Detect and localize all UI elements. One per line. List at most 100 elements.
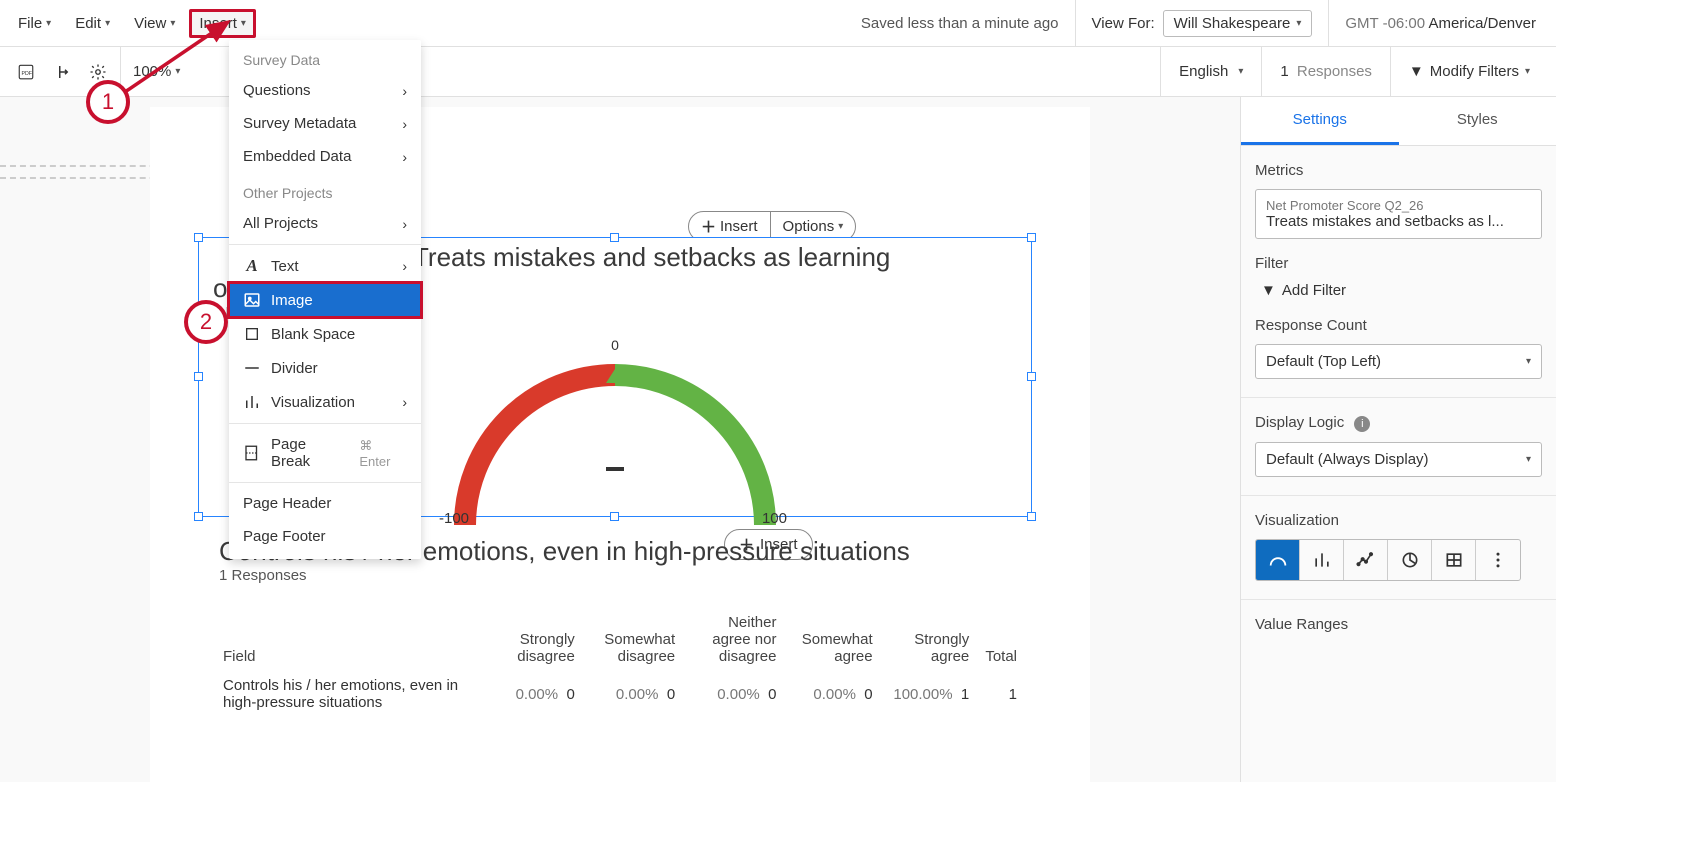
chevron-down-icon: ▾ [1238, 66, 1243, 77]
menu-item-image[interactable]: Image [229, 283, 421, 317]
response-count-select[interactable]: Default (Top Left) ▾ [1255, 344, 1542, 379]
export-button[interactable] [44, 54, 80, 90]
divider-icon [243, 359, 261, 377]
keyboard-shortcut: ⌘ Enter [359, 438, 407, 469]
menu-item-text[interactable]: A Text› [229, 249, 421, 283]
divider [1328, 0, 1329, 47]
blank-space-icon [243, 325, 261, 343]
gauge-zero-label: 0 [611, 337, 619, 353]
chevron-right-icon: › [402, 116, 407, 132]
chevron-down-icon: ▾ [838, 221, 843, 232]
chevron-right-icon: › [402, 394, 407, 410]
page-break-icon [243, 444, 261, 462]
table-block[interactable]: Controls his / her emotions, even in hig… [165, 532, 1075, 717]
menu-item-blank-space[interactable]: Blank Space [229, 317, 421, 351]
view-for-select[interactable]: Will Shakespeare ▾ [1163, 10, 1313, 37]
add-filter-button[interactable]: ▼ Add Filter [1255, 282, 1542, 299]
modify-filters-button[interactable]: ▼ Modify Filters ▾ [1390, 47, 1548, 97]
menu-item-page-break[interactable]: Page Break⌘ Enter [229, 428, 421, 478]
viz-more-icon[interactable] [1476, 540, 1520, 580]
visualization-label: Visualization [1255, 512, 1542, 529]
viz-gauge-icon[interactable] [1256, 540, 1300, 580]
menu-item-page-footer[interactable]: Page Footer [229, 520, 421, 553]
canvas-area[interactable]: Page Break ＋Insert Options▾ Treats mista… [0, 97, 1240, 782]
filter-icon: ▼ [1261, 282, 1276, 299]
chevron-right-icon: › [402, 83, 407, 99]
chevron-right-icon: › [402, 149, 407, 165]
panel-tabs: Settings Styles [1241, 97, 1556, 146]
resize-handle[interactable] [1027, 233, 1036, 242]
gauge-max-label: 100 [762, 510, 787, 527]
chevron-down-icon: ▾ [46, 18, 51, 29]
pdf-export-button[interactable]: PDF [8, 54, 44, 90]
table-row: Controls his / her emotions, even in hig… [215, 671, 1025, 717]
menu-item-questions[interactable]: Questions› [229, 74, 421, 107]
col-strongly-disagree: Strongly disagree [495, 608, 583, 671]
menu-item-page-header[interactable]: Page Header [229, 487, 421, 520]
value-ranges-label: Value Ranges [1255, 616, 1542, 633]
menu-item-survey-metadata[interactable]: Survey Metadata› [229, 107, 421, 140]
view-for-label: View For: [1092, 15, 1155, 32]
chevron-down-icon: ▾ [1526, 454, 1531, 465]
info-icon[interactable]: i [1354, 416, 1370, 432]
annotation-step-2: 2 [184, 300, 228, 344]
resize-handle[interactable] [1027, 372, 1036, 381]
block-responses: 1 Responses [165, 567, 1075, 590]
annotation-step-1: 1 [86, 80, 130, 124]
filter-icon: ▼ [1409, 63, 1424, 80]
menu-item-divider[interactable]: Divider [229, 351, 421, 385]
divider [229, 423, 421, 424]
metric-selector[interactable]: Net Promoter Score Q2_26 Treats mistakes… [1255, 189, 1542, 239]
visualization-icon [243, 393, 261, 411]
resize-handle[interactable] [194, 233, 203, 242]
menu-item-embedded-data[interactable]: Embedded Data› [229, 140, 421, 173]
metrics-label: Metrics [1255, 162, 1542, 179]
divider [229, 244, 421, 245]
col-strongly-agree: Strongly agree [881, 608, 978, 671]
col-total: Total [977, 608, 1025, 671]
display-logic-label: Display Logic i [1255, 414, 1542, 432]
viz-line-icon[interactable] [1344, 540, 1388, 580]
chevron-down-icon: ▾ [1526, 356, 1531, 367]
image-icon [243, 291, 261, 309]
col-field: Field [215, 608, 495, 671]
chevron-down-icon: ▾ [1525, 66, 1530, 77]
svg-text:PDF: PDF [22, 71, 33, 77]
dropdown-section-label: Other Projects [229, 173, 421, 207]
viz-bar-icon[interactable] [1300, 540, 1344, 580]
dropdown-section-label: Survey Data [229, 40, 421, 74]
gauge-value-dash [606, 467, 624, 471]
chevron-right-icon: › [402, 258, 407, 274]
tab-styles[interactable]: Styles [1399, 97, 1557, 145]
responses-count: 1 Responses [1261, 47, 1390, 97]
gauge-min-label: -100 [439, 510, 469, 527]
response-count-label: Response Count [1255, 317, 1542, 334]
insert-dropdown: Survey Data Questions› Survey Metadata› … [229, 40, 421, 559]
resize-handle[interactable] [1027, 512, 1036, 521]
display-logic-select[interactable]: Default (Always Display) ▾ [1255, 442, 1542, 477]
viz-pie-icon[interactable] [1388, 540, 1432, 580]
divider [1075, 0, 1076, 47]
resize-handle[interactable] [194, 372, 203, 381]
col-neither: Neither agree nor disagree [683, 608, 784, 671]
menu-item-all-projects[interactable]: All Projects› [229, 207, 421, 240]
right-panel: Settings Styles Metrics Net Promoter Sco… [1240, 97, 1556, 782]
visualization-type-picker [1255, 539, 1521, 581]
menu-file[interactable]: File▾ [8, 9, 61, 38]
col-somewhat-agree: Somewhat agree [784, 608, 880, 671]
divider [229, 482, 421, 483]
viz-table-icon[interactable] [1432, 540, 1476, 580]
gauge-pointer [606, 369, 624, 383]
language-select[interactable]: English▾ [1160, 47, 1261, 97]
saved-status: Saved less than a minute ago [861, 15, 1059, 32]
resize-handle[interactable] [194, 512, 203, 521]
resize-handle[interactable] [610, 233, 619, 242]
menu-item-visualization[interactable]: Visualization› [229, 385, 421, 419]
timezone-label: GMT -06:00 America/Denver [1345, 15, 1548, 32]
filter-label: Filter [1255, 255, 1542, 272]
chevron-right-icon: › [402, 216, 407, 232]
gauge-chart: 0 -100 100 [445, 337, 785, 527]
col-somewhat-disagree: Somewhat disagree [583, 608, 683, 671]
results-table: Field Strongly disagree Somewhat disagre… [215, 608, 1025, 717]
tab-settings[interactable]: Settings [1241, 97, 1399, 145]
